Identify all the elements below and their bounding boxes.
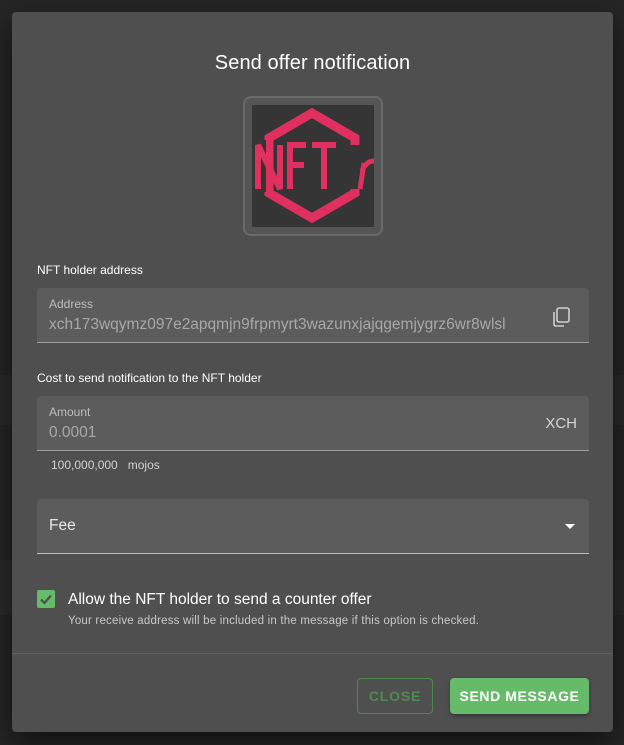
dialog-title: Send offer notification xyxy=(214,52,411,74)
copy-icon[interactable] xyxy=(549,305,573,329)
fee-select[interactable]: Fee xyxy=(37,499,589,554)
amount-field-label: Amount xyxy=(49,405,91,419)
nft-image xyxy=(252,105,374,227)
amount-unit-suffix: XCH xyxy=(545,415,577,432)
cost-section-label: Cost to send notification to the NFT hol… xyxy=(37,371,262,385)
actions-divider xyxy=(12,653,613,654)
address-field[interactable]: Address xch173wqymz097e2apqmjn9frpmyrt3w… xyxy=(37,288,589,343)
address-section-label: NFT holder address xyxy=(37,263,143,277)
nft-preview xyxy=(243,96,383,236)
chevron-down-icon[interactable] xyxy=(565,524,575,529)
mojos-amount: 100,000,000 xyxy=(51,458,118,472)
amount-field-value[interactable]: 0.0001 xyxy=(49,424,539,442)
fee-select-placeholder: Fee xyxy=(49,517,76,534)
check-icon xyxy=(40,594,52,605)
close-button[interactable]: CLOSE xyxy=(357,678,433,714)
counter-offer-helper: Your receive address will be included in… xyxy=(68,615,480,627)
amount-field[interactable]: Amount 0.0001 XCH xyxy=(37,396,589,451)
send-message-button[interactable]: SEND MESSAGE xyxy=(450,678,589,714)
address-field-label: Address xyxy=(49,297,94,311)
amount-helper-text: 100,000,000 mojos xyxy=(51,458,160,472)
counter-offer-label[interactable]: Allow the NFT holder to send a counter o… xyxy=(68,591,372,609)
mojos-unit: mojos xyxy=(127,458,160,472)
nft-logo-icon xyxy=(252,107,374,224)
counter-offer-checkbox[interactable] xyxy=(37,590,55,608)
address-field-value[interactable]: xch173wqymz097e2apqmjn9frpmyrt3wazunxjaj… xyxy=(49,316,539,334)
send-offer-notification-dialog: Send offer notification NFT holder addre… xyxy=(12,12,613,732)
